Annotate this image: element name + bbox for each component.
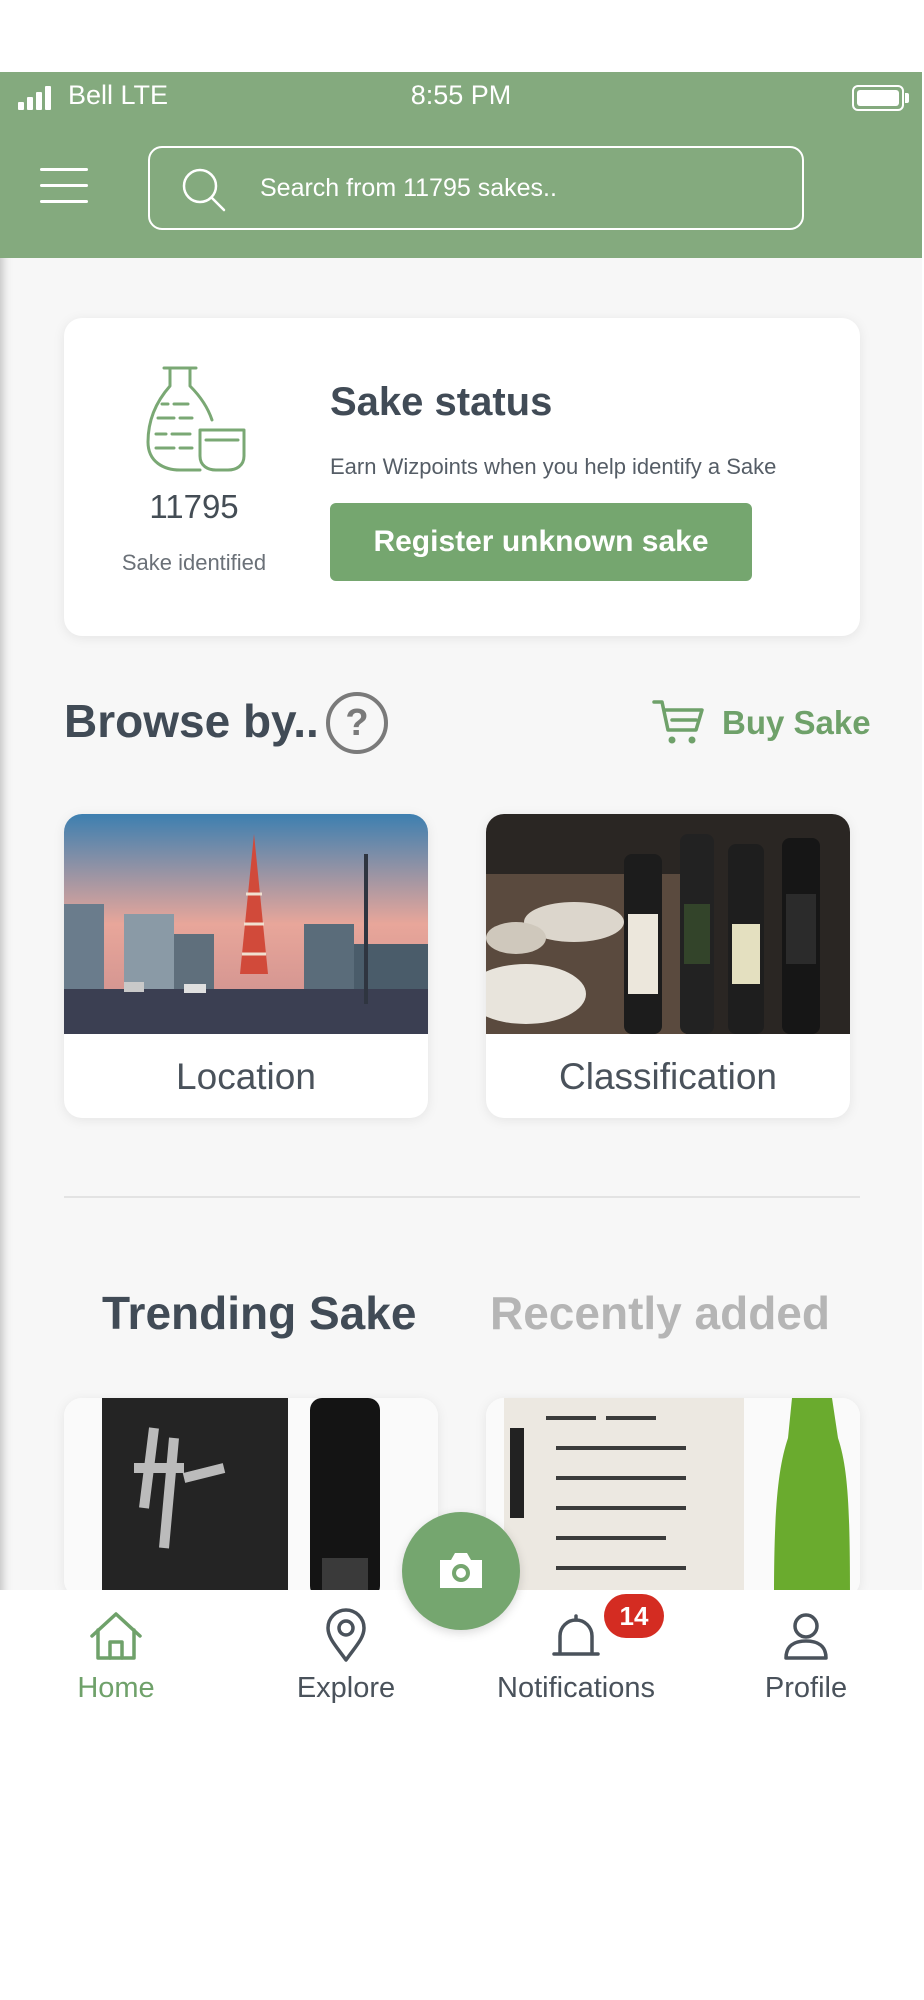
- sake-count: 11795: [149, 488, 239, 525]
- top-bar: Bell LTE 8:55 PM Search from 11795 sakes…: [0, 72, 922, 258]
- search-input[interactable]: Search from 11795 sakes..: [148, 146, 804, 230]
- app-screen: Bell LTE 8:55 PM Search from 11795 sakes…: [0, 72, 922, 1712]
- product-card[interactable]: [64, 1398, 438, 1598]
- camera-button[interactable]: [402, 1512, 520, 1630]
- location-image: [64, 814, 428, 1034]
- tab-trending[interactable]: Trending Sake: [102, 1286, 416, 1340]
- product-image: [64, 1398, 438, 1598]
- product-image: [486, 1398, 860, 1598]
- sake-status-card: 11795 Sake identified Sake status Earn W…: [64, 318, 860, 636]
- location-pin-icon: [326, 1608, 366, 1662]
- browse-location-label: Location: [176, 1056, 316, 1097]
- search-icon: [182, 168, 226, 212]
- status-subtitle: Earn Wizpoints when you help identify a …: [330, 454, 777, 479]
- sake-bottle-icon: [146, 366, 246, 472]
- help-icon[interactable]: ?: [326, 692, 388, 754]
- sake-count-label: Sake identified: [121, 550, 267, 575]
- user-icon: [784, 1613, 828, 1660]
- camera-icon: [440, 1553, 482, 1588]
- bell-icon: [552, 1614, 600, 1656]
- battery-icon: [852, 85, 909, 111]
- notification-badge: 14: [604, 1594, 664, 1638]
- nav-notifications-label: Notifications: [497, 1672, 655, 1704]
- register-sake-button[interactable]: Register unknown sake: [330, 503, 752, 581]
- nav-home[interactable]: Home: [16, 1590, 216, 1712]
- browse-classification-label: Classification: [559, 1056, 777, 1097]
- classification-image: [486, 814, 850, 1034]
- status-time: 8:55 PM: [410, 80, 512, 110]
- browse-location-card[interactable]: Location: [64, 814, 428, 1118]
- nav-profile-label: Profile: [764, 1672, 848, 1704]
- section-divider: [64, 1196, 860, 1198]
- cart-icon[interactable]: [652, 698, 704, 746]
- browse-classification-card[interactable]: Classification: [486, 814, 850, 1118]
- search-placeholder: Search from 11795 sakes..: [260, 174, 557, 202]
- nav-profile[interactable]: Profile: [706, 1590, 906, 1712]
- nav-explore-label: Explore: [296, 1672, 396, 1704]
- tab-recently-added[interactable]: Recently added: [490, 1286, 830, 1340]
- product-card[interactable]: [486, 1398, 860, 1598]
- status-title: Sake status: [330, 380, 553, 424]
- nav-home-label: Home: [77, 1672, 155, 1704]
- menu-icon[interactable]: [40, 168, 88, 204]
- buy-sake-link[interactable]: Buy Sake: [722, 704, 871, 742]
- home-icon: [90, 1612, 142, 1660]
- browse-title: Browse by..: [64, 695, 319, 747]
